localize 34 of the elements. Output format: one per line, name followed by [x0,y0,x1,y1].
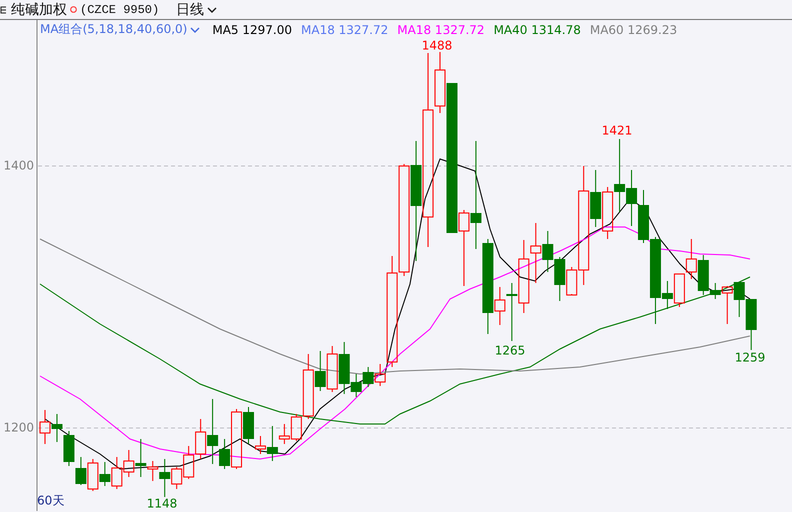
indicator-value: MA18 1327.72 [397,22,485,36]
candlestick [674,274,685,308]
contract-code: (CZCE 9950) [80,2,160,16]
indicator-selector[interactable]: MA组合(5,18,18,40,60,0) [40,21,200,38]
period-dropdown[interactable]: 日线 [176,0,218,18]
range-label: 60天 [37,493,64,508]
indicator-value: MA40 1314.78 [494,22,581,36]
indicator-value: MA60 1269.23 [590,22,678,36]
candlestick [75,456,86,486]
candlestick [626,170,638,226]
circle-icon [70,6,77,13]
contract-title: 纯碱加权 [11,0,67,18]
candlestick [602,186,614,240]
candlestick [40,410,50,444]
candlestick [123,450,134,478]
price-label: 1259 [734,350,766,364]
candlestick [99,462,110,486]
price-label: 1421 [602,123,632,138]
price-label: 1148 [146,496,178,510]
axis-label: 1400 [3,158,34,172]
candlestick [686,238,697,280]
candlestick [51,414,62,442]
price-label: 1265 [494,343,526,358]
caret-icon [190,26,200,32]
candlestick [326,346,338,392]
candlestick [362,366,374,388]
indicator-value: MA5 1297.00 [212,22,292,36]
candlestick [63,430,74,466]
price-label: 1488 [422,38,452,52]
candlestick [111,456,122,490]
indicator-value: MA18 1327.72 [301,22,388,36]
axis-label: 1200 [3,420,34,434]
caret-icon [207,6,218,12]
candlestick [87,458,98,492]
